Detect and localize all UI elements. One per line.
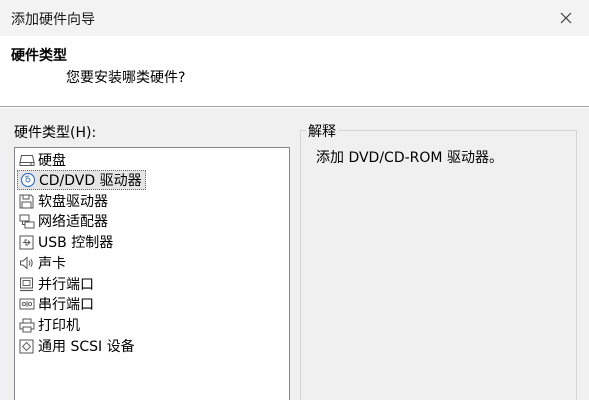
title-bar[interactable]: 添加硬件向导 [0, 0, 589, 36]
hardware-type-listbox[interactable]: 硬盘 CD/DVD 驱动器 软盘驱动器 网络适配器 USB 控制器 声卡 并行端… [14, 147, 290, 400]
close-button[interactable] [543, 0, 589, 36]
list-item-label: 打印机 [38, 318, 80, 334]
usb-icon [17, 233, 36, 251]
printer-icon [17, 316, 36, 334]
list-item-sound-card[interactable]: 声卡 [17, 253, 69, 273]
speaker-icon [17, 254, 36, 272]
explanation-text: 添加 DVD/CD-ROM 驱动器。 [316, 150, 503, 166]
list-item-usb-controller[interactable]: USB 控制器 [17, 232, 116, 252]
list-item-label: 网络适配器 [38, 214, 108, 230]
wizard-header: 硬件类型 您要安装哪类硬件? [0, 36, 589, 106]
add-hardware-wizard-window: 添加硬件向导 硬件类型 您要安装哪类硬件? 硬件类型(H): 硬盘 CD/DVD… [0, 0, 589, 400]
window-title: 添加硬件向导 [11, 12, 95, 28]
explanation-groupbox [300, 130, 577, 400]
list-item-label: CD/DVD 驱动器 [39, 173, 142, 189]
explanation-legend: 解释 [306, 121, 338, 141]
list-item-label: 声卡 [38, 256, 66, 272]
scsi-icon [17, 337, 36, 355]
list-item-generic-scsi[interactable]: 通用 SCSI 设备 [17, 336, 138, 356]
list-item-serial-port[interactable]: 串行端口 [17, 294, 97, 314]
parallel-port-icon [17, 275, 36, 293]
cd-dvd-icon [18, 171, 37, 189]
list-item-label: 通用 SCSI 设备 [38, 339, 135, 355]
header-subtitle: 您要安装哪类硬件? [66, 70, 186, 86]
header-title: 硬件类型 [11, 48, 67, 64]
list-item-parallel-port[interactable]: 并行端口 [17, 274, 97, 294]
serial-port-icon [17, 295, 36, 313]
hard-disk-icon [17, 151, 36, 169]
list-item-label: 软盘驱动器 [38, 194, 108, 210]
list-item-label: 并行端口 [38, 277, 94, 293]
list-item-label: 硬盘 [38, 153, 66, 169]
header-divider-highlight [0, 107, 589, 108]
floppy-icon [17, 192, 36, 210]
list-item-label: USB 控制器 [38, 235, 114, 251]
network-icon [17, 212, 36, 230]
list-item-printer[interactable]: 打印机 [17, 315, 83, 335]
close-icon [560, 9, 572, 28]
hardware-type-label: 硬件类型(H): [14, 125, 97, 141]
list-item-network-adapter[interactable]: 网络适配器 [17, 211, 111, 231]
list-item-cd-dvd[interactable]: CD/DVD 驱动器 [17, 170, 146, 190]
list-item-hard-disk[interactable]: 硬盘 [17, 150, 69, 170]
list-item-floppy[interactable]: 软盘驱动器 [17, 191, 111, 211]
list-item-label: 串行端口 [38, 297, 94, 313]
